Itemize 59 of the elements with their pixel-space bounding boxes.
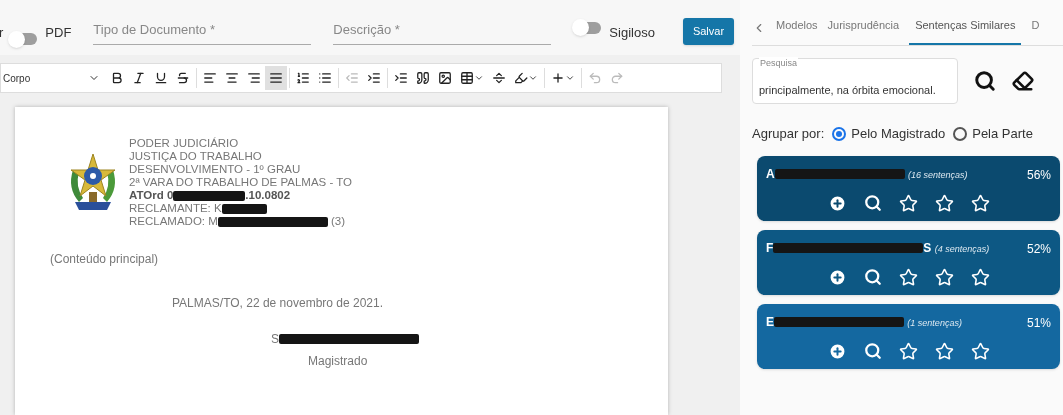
result-count: (16 sentenças): [908, 169, 968, 180]
header-line: .10.0802: [245, 189, 291, 202]
field-label: Pesquisa: [759, 57, 799, 71]
toggle-label: PDF: [45, 23, 72, 42]
search-icon[interactable]: [974, 70, 996, 92]
radio-button[interactable]: [832, 126, 847, 141]
result-name: A: [766, 166, 775, 181]
similarity-percent: 52%: [1026, 240, 1051, 258]
justify-icon[interactable]: [265, 66, 287, 90]
add-icon[interactable]: [827, 193, 847, 213]
panel-tab[interactable]: Jurisprudência: [827, 16, 900, 45]
result-name: S: [923, 240, 932, 255]
similarity-percent: 51%: [1026, 314, 1051, 332]
redaction-mark: [221, 203, 267, 214]
header-line: 2ª VARA DO TRABALHO DE PALMAS - TO: [129, 176, 353, 189]
similarity-percent: 56%: [1026, 166, 1051, 184]
signer-role: Magistrado: [307, 353, 369, 370]
result-name: E: [766, 314, 774, 329]
search-icon[interactable]: [863, 268, 882, 286]
radio-option[interactable]: Pela Parte: [953, 124, 1033, 144]
header-line: ATOrd 0: [129, 189, 174, 202]
star-rating[interactable]: [898, 341, 990, 361]
result-count: (1 sentenças): [907, 317, 962, 328]
star-rating[interactable]: [898, 267, 990, 287]
header-line: RECLAMADO: M: [129, 215, 218, 228]
date-line: PALMAS/TO, 22 de novembro de 2021.: [171, 295, 384, 312]
panel-tab[interactable]: Sentenças Similares: [909, 16, 1022, 45]
signature-name: S: [271, 331, 279, 348]
radio-option[interactable]: Pelo Magistrado: [832, 124, 946, 144]
radio-button[interactable]: [953, 126, 968, 141]
toggle-switch[interactable]: [11, 33, 38, 45]
panel-tab[interactable]: Modelos: [776, 16, 818, 45]
style-select[interactable]: Corpo: [1, 70, 106, 86]
toggle-switch[interactable]: [575, 21, 602, 34]
result-card[interactable]: E (1 sentenças) 51%: [757, 303, 1060, 369]
add-icon[interactable]: [827, 341, 847, 361]
star-rating[interactable]: [898, 193, 990, 213]
panel-tab[interactable]: D: [1031, 16, 1040, 45]
search-input[interactable]: principalmente, na órbita emocional.: [759, 82, 951, 99]
header-line: (3): [330, 215, 346, 228]
result-card[interactable]: F S (4 sentenças) 52%: [757, 229, 1060, 295]
label-text: r: [0, 23, 4, 42]
save-button[interactable]: Salvar: [682, 18, 735, 45]
search-field[interactable]: Pesquisa principalmente, na órbita emocional.: [752, 58, 958, 104]
header-line: JUSTIÇA DO TRABALHO: [129, 150, 263, 163]
content-text: (Conteúdo principal): [50, 252, 159, 266]
result-count: (4 sentenças): [934, 243, 990, 254]
text-field[interactable]: Tipo de Documento *: [93, 15, 312, 45]
search-icon[interactable]: [863, 194, 882, 212]
toggle-label: Sigiloso: [609, 23, 655, 42]
result-name: F: [766, 240, 774, 255]
header-line: RECLAMANTE: K: [129, 202, 222, 215]
header-line: DESENVOLVIMENTO - 1º GRAU: [129, 163, 302, 176]
result-card[interactable]: A (16 sentenças) 56%: [757, 155, 1060, 221]
eraser-icon[interactable]: [1012, 70, 1034, 92]
add-icon[interactable]: [827, 267, 847, 287]
header-line: PODER JUDICIÁRIO: [129, 137, 240, 150]
group-label: Agrupar por:: [752, 125, 825, 143]
text-field[interactable]: Descrição *: [333, 15, 552, 45]
